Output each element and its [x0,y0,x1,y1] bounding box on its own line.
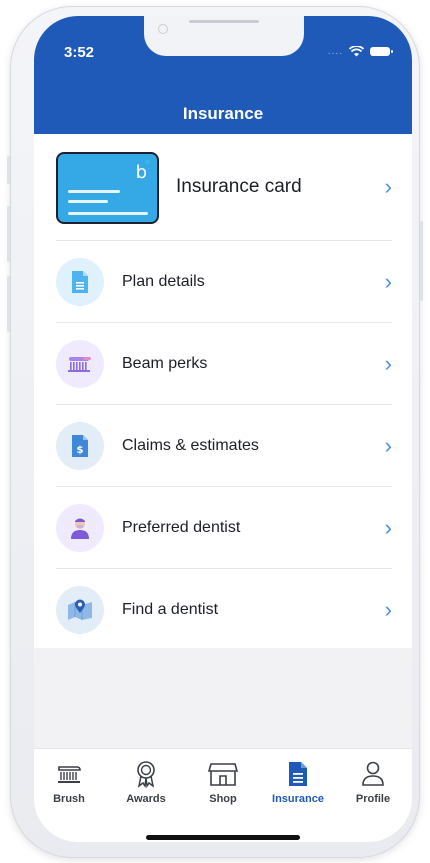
person-icon [338,759,408,789]
list-item-label: Plan details [122,272,205,290]
side-button-left-3 [7,276,10,332]
battery-icon [370,47,393,56]
tab-label: Profile [355,793,391,805]
toothbrush-icon [34,759,104,789]
tab-label: Awards [126,793,166,805]
svg-text:$: $ [77,445,84,456]
chevron-right-icon: › [384,514,392,540]
list-item-label: Find a dentist [122,601,219,618]
list-item-preferred-dentist[interactable]: Preferred dentist › [56,487,392,569]
tab-profile[interactable]: Profile [338,759,408,805]
camera-icon [158,24,168,34]
list-item-label: Beam perks [122,354,208,372]
signal-icon: .... [327,46,343,57]
tab-insurance[interactable]: Insurance [263,759,333,805]
card-line [68,212,148,215]
map-pin-icon [56,586,104,634]
chevron-right-icon: › [384,268,392,294]
chevron-right-icon: › [384,174,392,199]
award-ribbon-icon [111,759,181,789]
wifi-icon [349,46,364,57]
tab-label: Shop [209,793,237,805]
notch [144,16,304,56]
tab-label: Insurance [272,793,324,805]
side-button-left-2 [7,206,10,262]
status-icons: .... [327,46,393,57]
page-title: Insurance [182,104,264,123]
list-item-beam-perks[interactable]: Beam perks › [56,323,392,405]
insurance-card-row[interactable]: ⁘ b Insurance card › [56,134,392,241]
card-logo: b [135,162,147,183]
chevron-right-icon: › [384,350,392,376]
chevron-right-icon: › [384,432,392,458]
list-item-claims-estimates[interactable]: $ Claims & estimates › [56,405,392,487]
side-button-left-1 [7,156,10,184]
dentist-icon [56,503,104,552]
document-icon [263,759,333,789]
card-line [68,200,108,203]
bottom-tab-bar: Brush Awards Shop Insurance Profile [34,748,412,842]
chevron-right-icon: › [384,597,392,622]
list-item-label: Claims & estimates [122,436,259,454]
side-button-right [420,221,423,301]
insurance-card-label: Insurance card [176,176,302,197]
home-indicator[interactable] [146,835,300,840]
insurance-card-icon: ⁘ b [56,152,159,224]
document-icon [56,257,104,306]
tab-brush[interactable]: Brush [34,759,104,805]
list-item-label: Preferred dentist [122,518,241,536]
tab-shop[interactable]: Shop [188,759,258,805]
phone-screen: 3:52 .... Insurance ⁘ b Insurance card ›… [34,16,412,842]
status-time: 3:52 [64,44,95,61]
list-item-plan-details[interactable]: Plan details › [56,241,392,323]
receipt-dollar-icon: $ [56,421,104,470]
app-header: 3:52 .... Insurance [34,16,412,134]
speaker-grille [189,20,259,23]
insurance-menu-list: ⁘ b Insurance card › Plan details › Beam… [34,134,412,648]
tab-label: Brush [53,793,85,805]
toothbrush-icon [56,339,104,388]
list-item-find-dentist[interactable]: Find a dentist › [56,569,392,651]
tab-awards[interactable]: Awards [111,759,181,805]
card-line [68,190,120,193]
storefront-icon [188,759,258,789]
